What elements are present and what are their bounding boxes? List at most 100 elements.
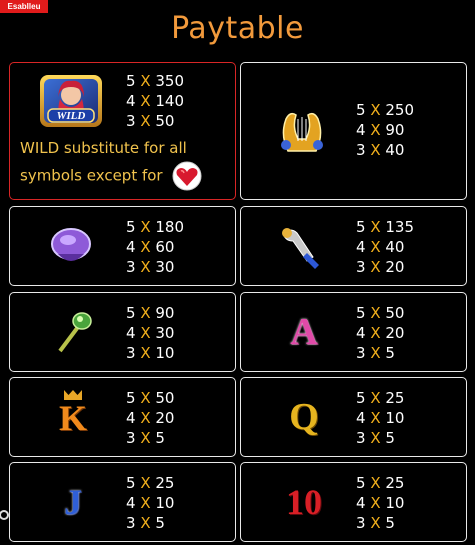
payout-row: 5 X 50	[126, 388, 174, 408]
count: 3	[356, 344, 366, 362]
multiplier-sign: X	[140, 258, 151, 276]
multiplier-sign: X	[370, 141, 381, 159]
count: 4	[356, 409, 366, 427]
payout-row: 5 X 180	[126, 217, 184, 237]
payout-value: 90	[385, 121, 405, 139]
multiplier-sign: X	[140, 344, 151, 362]
payout-value: 5	[155, 514, 165, 532]
payout-list: 5 X 50 4 X 20 3 X 5	[356, 303, 404, 363]
payout-value: 90	[155, 304, 175, 322]
payout-value: 60	[155, 238, 175, 256]
payout-value: 250	[385, 101, 415, 119]
multiplier-sign: X	[370, 101, 381, 119]
payout-value: 140	[155, 92, 185, 110]
letter-q-icon: Q	[289, 396, 319, 438]
payout-row: 3 X 50	[126, 111, 184, 131]
count: 5	[356, 218, 366, 236]
payout-list: 5 X 180 4 X 60 3 X 30	[126, 217, 184, 277]
number-10-icon: 10	[286, 482, 322, 522]
payout-value: 50	[155, 112, 175, 130]
multiplier-sign: X	[140, 474, 151, 492]
payout-row: 3 X 5	[126, 513, 174, 533]
multiplier-sign: X	[140, 238, 151, 256]
count: 4	[356, 238, 366, 256]
count: 3	[356, 429, 366, 447]
paytable-card-lyre: 5 X 250 4 X 90 3 X 40	[240, 62, 467, 200]
paytable-card-purple-gem: 5 X 180 4 X 60 3 X 30	[9, 206, 236, 286]
count: 5	[126, 389, 136, 407]
count: 4	[356, 324, 366, 342]
payout-row: 4 X 10	[356, 493, 404, 513]
paytable-card-letter-a: A 5 X 50 4 X 20 3 X 5	[240, 292, 467, 372]
payout-row: 3 X 20	[356, 257, 414, 277]
multiplier-sign: X	[140, 494, 151, 512]
payout-value: 50	[385, 304, 405, 322]
letter-j-icon: J	[64, 482, 82, 522]
count: 5	[126, 304, 136, 322]
payout-row: 4 X 10	[126, 493, 174, 513]
count: 4	[126, 238, 136, 256]
count: 5	[356, 101, 366, 119]
multiplier-sign: X	[370, 344, 381, 362]
payout-value: 25	[155, 474, 175, 492]
payout-value: 25	[385, 474, 405, 492]
payout-value: 10	[155, 494, 175, 512]
payout-row: 4 X 20	[356, 323, 404, 343]
payout-row: 3 X 40	[356, 140, 414, 160]
multiplier-sign: X	[140, 112, 151, 130]
multiplier-sign: X	[370, 304, 381, 322]
payout-value: 5	[385, 429, 395, 447]
payout-value: 5	[155, 429, 165, 447]
multiplier-sign: X	[370, 238, 381, 256]
payout-value: 10	[385, 409, 405, 427]
paytable-card-wild: WILD 5 X 350 4 X 140 3 X 50 WILD substit…	[9, 62, 236, 200]
payout-list: 5 X 135 4 X 40 3 X 20	[356, 217, 414, 277]
payout-row: 3 X 10	[126, 343, 174, 363]
payout-row: 4 X 90	[356, 120, 414, 140]
multiplier-sign: X	[140, 429, 151, 447]
multiplier-sign: X	[140, 72, 151, 90]
trumpet-icon	[282, 228, 319, 269]
multiplier-sign: X	[370, 429, 381, 447]
payout-value: 40	[385, 141, 405, 159]
payout-value: 350	[155, 72, 185, 90]
count: 5	[126, 218, 136, 236]
payout-row: 5 X 25	[356, 473, 404, 493]
payout-list: 5 X 350 4 X 140 3 X 50	[126, 71, 184, 131]
paytable-card-trumpet: 5 X 135 4 X 40 3 X 20	[240, 206, 467, 286]
letter-k-icon: K	[58, 398, 87, 438]
multiplier-sign: X	[140, 409, 151, 427]
payout-value: 10	[385, 494, 405, 512]
heart-gem-icon	[172, 161, 202, 191]
payout-row: 3 X 30	[126, 257, 184, 277]
wild-note: WILD substitute for all symbols except f…	[20, 135, 220, 191]
payout-list: 5 X 90 4 X 30 3 X 10	[126, 303, 174, 363]
multiplier-sign: X	[140, 389, 151, 407]
payout-row: 5 X 90	[126, 303, 174, 323]
payout-value: 20	[385, 258, 405, 276]
count: 3	[126, 344, 136, 362]
purple-gem-icon	[51, 228, 91, 261]
payout-value: 5	[385, 344, 395, 362]
multiplier-sign: X	[140, 324, 151, 342]
side-gear-icon[interactable]	[0, 508, 12, 522]
payout-row: 4 X 140	[126, 91, 184, 111]
multiplier-sign: X	[140, 514, 151, 532]
multiplier-sign: X	[370, 389, 381, 407]
payout-value: 5	[385, 514, 395, 532]
paytable-card-green-wand: 5 X 90 4 X 30 3 X 10	[9, 292, 236, 372]
count: 4	[126, 324, 136, 342]
payout-value: 50	[155, 389, 175, 407]
multiplier-sign: X	[370, 121, 381, 139]
count: 3	[356, 258, 366, 276]
multiplier-sign: X	[370, 494, 381, 512]
multiplier-sign: X	[140, 304, 151, 322]
count: 3	[126, 258, 136, 276]
count: 4	[126, 92, 136, 110]
count: 4	[126, 494, 136, 512]
count: 5	[126, 72, 136, 90]
payout-value: 40	[385, 238, 405, 256]
payout-value: 10	[155, 344, 175, 362]
paytable-card-letter-q: Q 5 X 25 4 X 10 3 X 5	[240, 377, 467, 457]
payout-list: 5 X 25 4 X 10 3 X 5	[356, 473, 404, 533]
